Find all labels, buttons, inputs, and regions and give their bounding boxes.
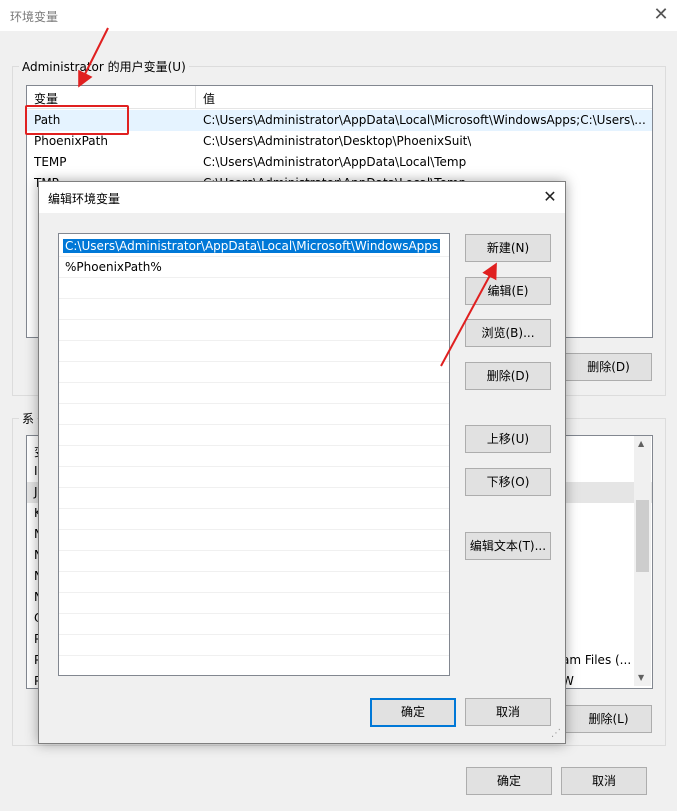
arrow-to-new-button — [440, 262, 497, 367]
annotation-arrows — [78, 27, 497, 367]
arrow-to-path — [78, 27, 109, 88]
